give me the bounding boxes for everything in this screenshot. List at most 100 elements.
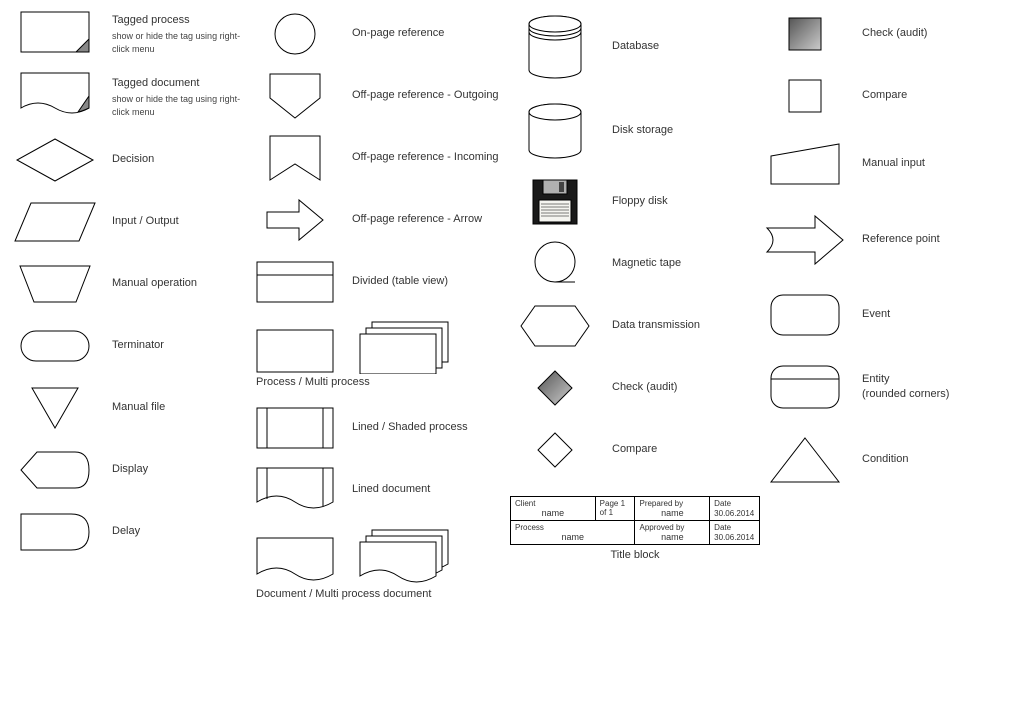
process-multi-label: Process / Multi process — [256, 376, 510, 388]
tb-client-label: Client — [515, 499, 591, 508]
terminator-label: Terminator — [112, 338, 250, 353]
item-decision: Decision — [10, 136, 250, 184]
lined-shaded-icon — [250, 406, 340, 450]
disk-storage-icon — [510, 102, 600, 160]
item-event: Event — [760, 286, 1010, 344]
delay-icon — [10, 512, 100, 552]
item-manual-input: Manual input — [760, 134, 1010, 194]
off-page-arrow-label: Off-page reference - Arrow — [352, 212, 510, 227]
tagged-process-icon — [10, 11, 100, 57]
event-icon — [760, 293, 850, 337]
tb-date1: 30.06.2014 — [714, 509, 754, 518]
off-page-arrow-icon — [250, 198, 340, 242]
item-terminator: Terminator — [10, 322, 250, 370]
magnetic-tape-icon — [510, 240, 600, 288]
data-transmission-icon — [510, 304, 600, 348]
input-output-label: Input / Output — [112, 214, 250, 229]
tb-date2-label: Date — [714, 523, 755, 532]
event-label: Event — [862, 307, 1010, 322]
item-off-page-arrow: Off-page reference - Arrow — [250, 196, 510, 244]
tagged-document-label: Tagged document — [112, 76, 250, 91]
lined-shaded-label: Lined / Shaded process — [352, 420, 510, 435]
lined-doc-icon — [250, 466, 340, 514]
tb-approved-name: name — [639, 532, 705, 542]
process-icon — [250, 328, 340, 374]
item-check-audit-3: Check (audit) — [510, 364, 760, 412]
item-entity: Entity (rounded corners) — [760, 358, 1010, 416]
lined-doc-label: Lined document — [352, 482, 510, 497]
manual-input-icon — [760, 142, 850, 186]
column-2: On-page reference Off-page reference - O… — [250, 10, 510, 610]
on-page-ref-icon — [250, 12, 340, 56]
off-page-in-icon — [250, 134, 340, 182]
shape-grid: Tagged process show or hide the tag usin… — [10, 10, 1023, 610]
off-page-out-label: Off-page reference - Outgoing — [352, 88, 510, 103]
title-block: Client name Page 1 of 1 Prepared by name — [510, 496, 760, 561]
tb-client-name: name — [515, 508, 591, 518]
tb-process-label: Process — [515, 523, 630, 532]
item-input-output: Input / Output — [10, 198, 250, 246]
check-audit-3-label: Check (audit) — [612, 380, 760, 395]
document-icon — [250, 536, 340, 586]
multi-process-icon — [358, 320, 450, 374]
off-page-out-icon — [250, 72, 340, 120]
item-tagged-process: Tagged process show or hide the tag usin… — [10, 10, 250, 58]
tb-prepared-label: Prepared by — [639, 499, 705, 508]
column-1: Tagged process show or hide the tag usin… — [10, 10, 250, 610]
tagged-document-sub: show or hide the tag using right-click m… — [112, 93, 250, 118]
tagged-process-sub: show or hide the tag using right-click m… — [112, 30, 250, 55]
tagged-document-icon — [10, 72, 100, 122]
item-display: Display — [10, 446, 250, 494]
item-on-page-ref: On-page reference — [250, 10, 510, 58]
multi-document-icon — [358, 528, 450, 586]
tb-approved-label: Approved by — [639, 523, 705, 532]
ref-point-label: Reference point — [862, 232, 1010, 247]
manual-operation-icon — [10, 264, 100, 304]
item-floppy-disk: Floppy disk — [510, 178, 760, 226]
item-condition: Condition — [760, 430, 1010, 490]
check-audit-4-label: Check (audit) — [862, 26, 1010, 41]
ref-point-icon — [760, 214, 850, 266]
item-off-page-out: Off-page reference - Outgoing — [250, 72, 510, 120]
on-page-ref-label: On-page reference — [352, 26, 510, 41]
item-data-transmission: Data transmission — [510, 302, 760, 350]
terminator-icon — [10, 329, 100, 363]
divided-label: Divided (table view) — [352, 274, 510, 289]
item-disk-storage: Disk storage — [510, 98, 760, 164]
decision-label: Decision — [112, 152, 250, 167]
floppy-disk-icon — [510, 178, 600, 226]
item-lined-shaded: Lined / Shaded process — [250, 404, 510, 452]
floppy-disk-label: Floppy disk — [612, 194, 760, 209]
tb-process-name: name — [515, 532, 630, 542]
off-page-in-label: Off-page reference - Incoming — [352, 150, 510, 165]
manual-operation-label: Manual operation — [112, 276, 250, 291]
input-output-icon — [10, 201, 100, 243]
item-check-audit-4: Check (audit) — [760, 10, 1010, 58]
condition-icon — [760, 436, 850, 484]
database-icon — [510, 14, 600, 80]
tagged-process-label: Tagged process — [112, 13, 250, 28]
manual-input-label: Manual input — [862, 156, 1010, 171]
item-process-multi: Process / Multi process — [250, 320, 510, 398]
item-magnetic-tape: Magnetic tape — [510, 240, 760, 288]
disk-storage-label: Disk storage — [612, 123, 760, 138]
tb-date1-label: Date — [714, 499, 755, 508]
item-divided: Divided (table view) — [250, 258, 510, 306]
item-manual-operation: Manual operation — [10, 260, 250, 308]
divided-icon — [250, 260, 340, 304]
manual-file-label: Manual file — [112, 400, 250, 415]
doc-multi-label: Document / Multi process document — [256, 588, 510, 600]
item-doc-multi: Document / Multi process document — [250, 528, 510, 610]
manual-file-icon — [10, 386, 100, 430]
item-database: Database — [510, 10, 760, 84]
compare-diamond-icon — [510, 431, 600, 469]
display-icon — [10, 450, 100, 490]
item-delay: Delay — [10, 508, 250, 556]
condition-label: Condition — [862, 452, 1010, 467]
entity-label: Entity — [862, 372, 1010, 387]
item-compare-4: Compare — [760, 72, 1010, 120]
compare-4-label: Compare — [862, 88, 1010, 103]
check-audit-diamond-icon — [510, 369, 600, 407]
item-off-page-in: Off-page reference - Incoming — [250, 134, 510, 182]
check-audit-square-icon — [760, 16, 850, 52]
